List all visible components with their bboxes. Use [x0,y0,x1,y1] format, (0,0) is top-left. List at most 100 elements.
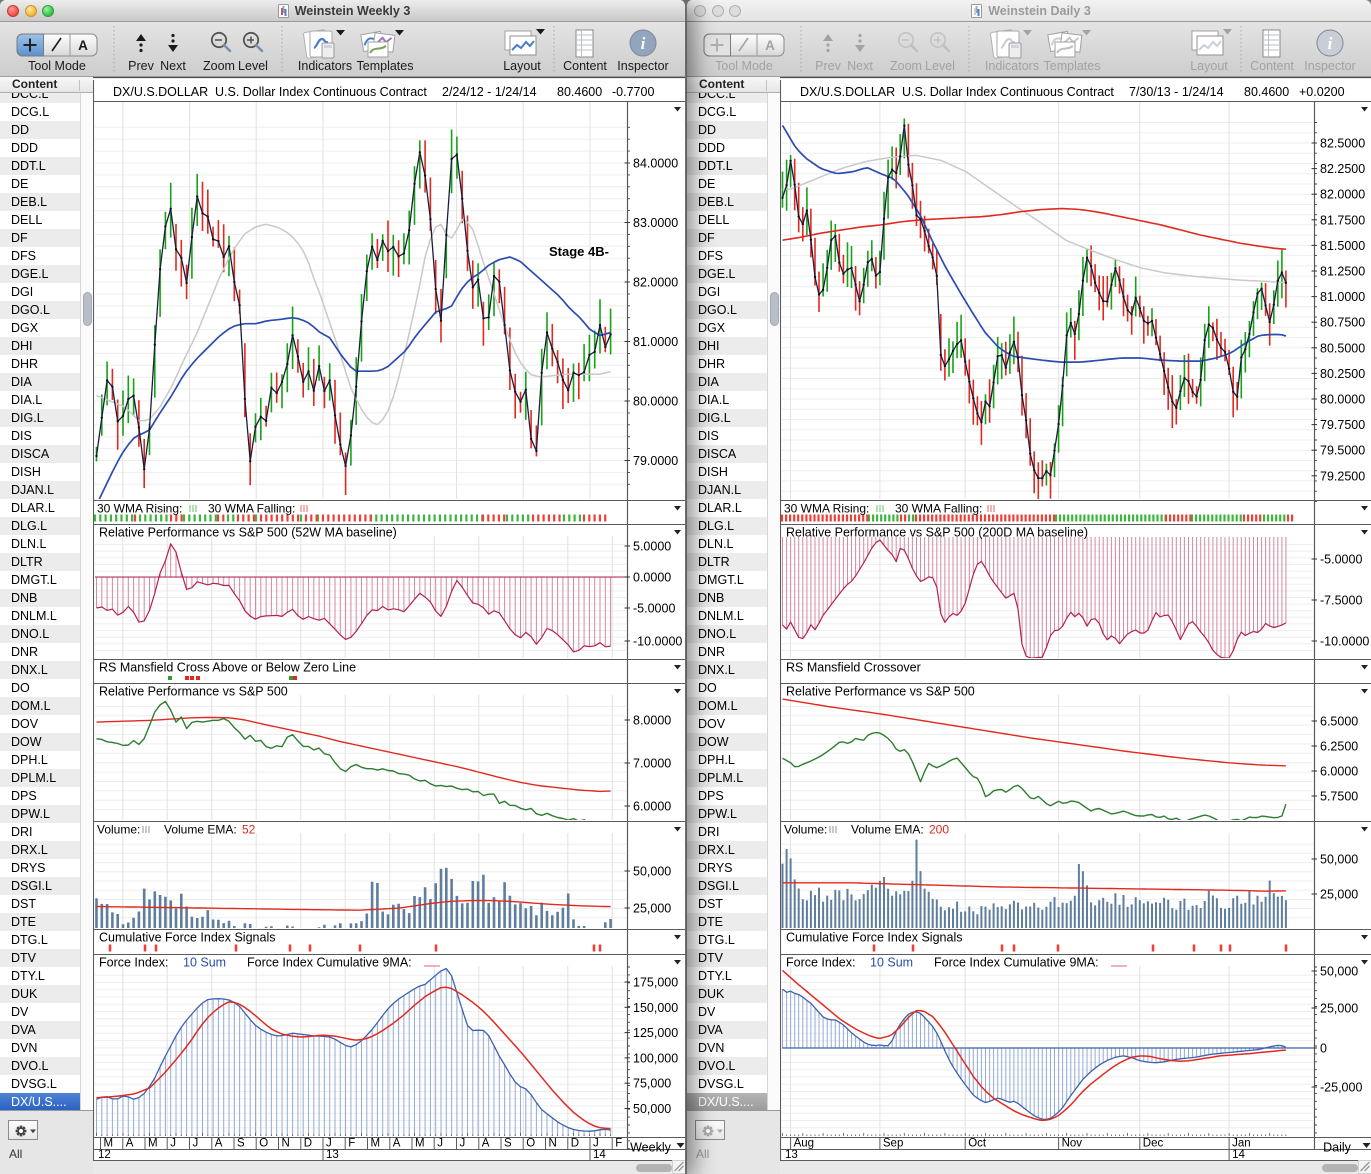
svg-text:-25,000: -25,000 [1320,1081,1362,1095]
svg-text:J: J [460,1138,466,1150]
svg-text:F: F [348,1138,355,1150]
svg-text:12: 12 [98,1149,111,1161]
svg-text:A: A [126,1138,134,1150]
svg-text:Relative Performance vs S&P 50: Relative Performance vs S&P 500 [786,685,975,699]
svg-text:80.7500: 80.7500 [1320,316,1365,330]
svg-text:Volume EMA:: Volume EMA: [164,823,237,837]
svg-text:30 WMA Falling:: 30 WMA Falling: [208,502,295,516]
svg-text:Content: Content [563,59,607,73]
svg-text:J: J [326,1138,332,1150]
svg-text:80.4600: 80.4600 [1244,85,1289,99]
svg-text:7.0000: 7.0000 [633,757,671,771]
svg-text:82.0000: 82.0000 [633,276,678,290]
svg-text:Next: Next [160,59,186,73]
svg-text:DX/U.S.DOLLAR: DX/U.S.DOLLAR [113,85,208,99]
svg-text:Tool Mode: Tool Mode [715,59,773,73]
svg-text:80.0000: 80.0000 [1320,393,1365,407]
svg-text:i: i [1328,34,1333,53]
svg-text:84.0000: 84.0000 [633,157,678,171]
svg-text:Force Index:: Force Index: [786,956,855,970]
svg-text:Force Index Cumulative 9MA:: Force Index Cumulative 9MA: [934,956,1099,970]
svg-text:A: A [215,1138,223,1150]
svg-text:Volume:: Volume: [784,823,827,837]
svg-text:Next: Next [847,59,873,73]
svg-text:81.0000: 81.0000 [1320,290,1365,304]
svg-text:Prev: Prev [815,59,841,73]
svg-text:30 WMA Rising:: 30 WMA Rising: [97,502,182,516]
svg-text:150,000: 150,000 [633,1001,678,1015]
svg-text:O: O [526,1138,535,1150]
svg-text:i: i [641,34,646,53]
svg-text:Aug: Aug [794,1138,814,1150]
svg-text:Daily: Daily [1323,1141,1352,1155]
svg-text:S: S [504,1138,512,1150]
svg-text:6.5000: 6.5000 [1320,715,1358,729]
svg-text:M: M [371,1138,381,1150]
svg-text:Oct: Oct [968,1138,987,1150]
svg-text:Jan: Jan [1232,1138,1251,1150]
svg-text:S: S [237,1138,245,1150]
svg-text:80.4600: 80.4600 [557,85,602,99]
svg-text:J: J [437,1138,443,1150]
svg-text:Dec: Dec [1143,1138,1164,1150]
svg-text:81.5000: 81.5000 [1320,239,1365,253]
svg-text:25,000: 25,000 [633,902,671,916]
svg-text:J: J [170,1138,176,1150]
svg-text:Indicators: Indicators [985,59,1039,73]
svg-text:Zoom: Zoom [890,59,922,73]
svg-text:6.0000: 6.0000 [633,800,671,814]
svg-text:D: D [304,1138,312,1150]
svg-text:Layout: Layout [1190,59,1228,73]
svg-text:F: F [615,1138,622,1150]
svg-text:Relative Performance vs S&P 50: Relative Performance vs S&P 500 (52W MA … [99,526,397,540]
svg-text:Stage 4B-: Stage 4B- [549,244,609,259]
svg-text:Layout: Layout [503,59,541,73]
svg-text:125,000: 125,000 [633,1026,678,1040]
svg-text:A: A [78,38,88,53]
svg-text:6.2500: 6.2500 [1320,740,1358,754]
svg-text:79.5000: 79.5000 [1320,444,1365,458]
svg-text:O: O [259,1138,268,1150]
svg-text:Indicators: Indicators [298,59,352,73]
svg-text:RS Mansfield Crossover: RS Mansfield Crossover [786,661,921,675]
svg-text:A: A [765,38,775,53]
svg-text:-10.0000: -10.0000 [1320,635,1369,649]
svg-text:50,000: 50,000 [633,865,671,879]
svg-text:8.0000: 8.0000 [633,714,671,728]
svg-text:Zoom: Zoom [203,59,235,73]
svg-text:-5.0000: -5.0000 [633,602,675,616]
svg-text:M: M [104,1138,114,1150]
svg-text:Templates: Templates [1044,59,1101,73]
svg-text:Cumulative Force Index Signals: Cumulative Force Index Signals [786,931,962,945]
svg-text:52: 52 [242,823,256,837]
svg-text:Volume:: Volume: [97,823,140,837]
svg-text:175,000: 175,000 [633,976,678,990]
svg-text:100,000: 100,000 [633,1051,678,1065]
svg-text:Prev: Prev [128,59,154,73]
svg-text:Nov: Nov [1062,1138,1083,1150]
svg-text:Level: Level [925,59,955,73]
svg-text:30 WMA Rising:: 30 WMA Rising: [784,502,869,516]
svg-text:14: 14 [593,1149,606,1161]
svg-text:N: N [549,1138,557,1150]
svg-text:A: A [482,1138,490,1150]
svg-text:J: J [593,1138,599,1150]
svg-text:82.5000: 82.5000 [1320,137,1365,151]
svg-text:79.2500: 79.2500 [1320,469,1365,483]
svg-text:Force Index:: Force Index: [99,956,168,970]
svg-text:Weekly: Weekly [630,1141,672,1155]
svg-text:79.0000: 79.0000 [633,454,678,468]
svg-text:RS Mansfield Cross Above or Be: RS Mansfield Cross Above or Below Zero L… [99,661,356,675]
svg-text:13: 13 [326,1149,339,1161]
svg-text:83.0000: 83.0000 [633,216,678,230]
svg-text:50,000: 50,000 [1320,853,1358,867]
svg-text:U.S. Dollar Index Continuous C: U.S. Dollar Index Continuous Contract [902,85,1114,99]
svg-text:DX/U.S.DOLLAR: DX/U.S.DOLLAR [800,85,895,99]
svg-text:0: 0 [1320,1042,1327,1056]
svg-text:14: 14 [1232,1149,1245,1161]
svg-text:Cumulative Force Index Signals: Cumulative Force Index Signals [99,931,275,945]
svg-text:75,000: 75,000 [633,1077,671,1091]
svg-text:Volume EMA:: Volume EMA: [851,823,924,837]
svg-text:25,000: 25,000 [1320,888,1358,902]
svg-text:-10.0000: -10.0000 [633,635,682,649]
